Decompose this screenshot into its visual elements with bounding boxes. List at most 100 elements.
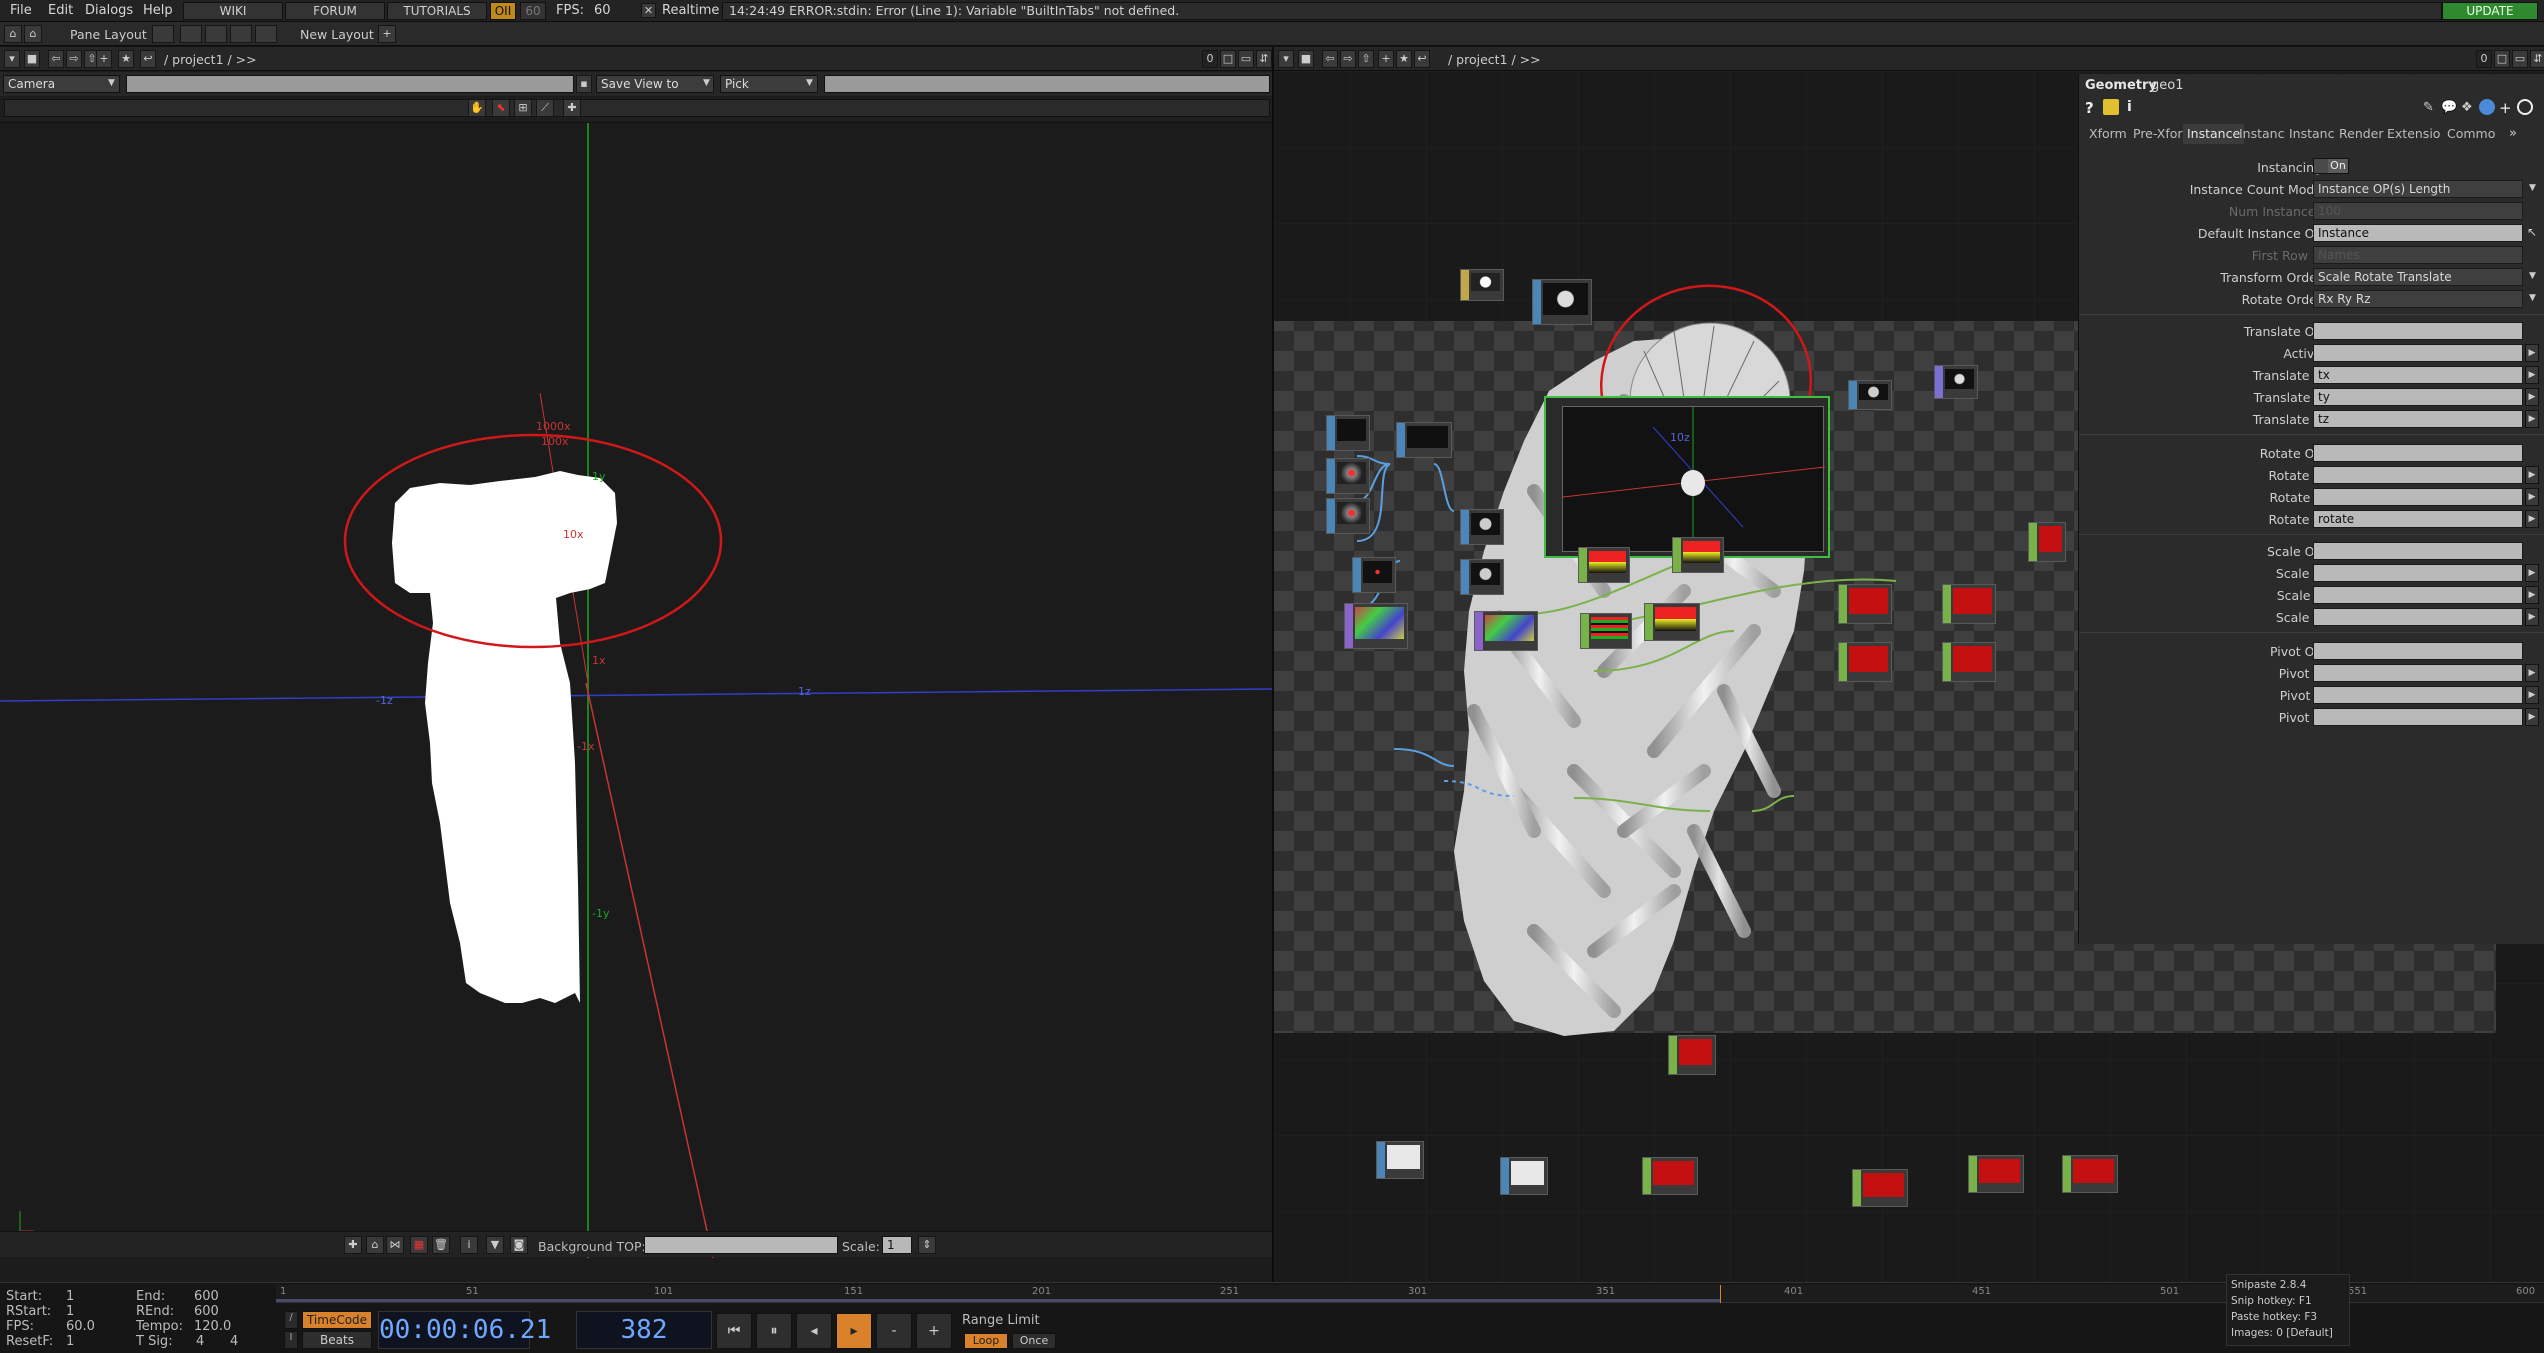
link-icon[interactable]: ↩ xyxy=(140,50,156,68)
info-icon-panel[interactable]: i xyxy=(2127,99,2132,115)
node-sphere-top2[interactable] xyxy=(1460,559,1504,595)
node-pointcloud[interactable] xyxy=(1934,365,1978,399)
tab-extensions[interactable]: Extensio xyxy=(2383,124,2444,144)
menu-edit[interactable]: Edit xyxy=(48,3,73,18)
panel-op-name[interactable]: geo1 xyxy=(2151,78,2183,93)
grab-tool-icon[interactable]: ✋ xyxy=(468,99,486,117)
right-pane-path[interactable]: / project1 / >> xyxy=(1448,52,1541,67)
tab-common[interactable]: Commo xyxy=(2443,124,2499,144)
camera-select[interactable]: Camera xyxy=(3,75,120,93)
back-arrow-icon[interactable]: ⇦ xyxy=(48,50,64,68)
python-help-icon[interactable] xyxy=(2103,99,2119,115)
rotate-y-expand-icon[interactable]: ▶ xyxy=(2525,488,2539,506)
background-top-field[interactable] xyxy=(644,1236,838,1254)
frame-display[interactable]: 382 xyxy=(576,1311,712,1349)
translate-x-expand-icon[interactable]: ▶ xyxy=(2525,366,2539,384)
node-noise-top2[interactable] xyxy=(1474,611,1538,651)
node-point-top[interactable] xyxy=(1352,557,1396,593)
move-tool-icon[interactable]: ✚ xyxy=(563,99,581,117)
node-noise-top1[interactable] xyxy=(1344,603,1408,649)
node-chain-chop4[interactable] xyxy=(2062,1155,2118,1193)
add-node-icon-right[interactable]: + xyxy=(1378,50,1394,68)
add-geo-icon[interactable]: ✚ xyxy=(344,1236,362,1254)
timecode-mode-marker[interactable]: / xyxy=(284,1311,298,1329)
add-param-icon[interactable]: + xyxy=(2499,99,2512,117)
node-chain-chop3[interactable] xyxy=(1968,1155,2024,1193)
color-swatch-icon[interactable]: ▪ xyxy=(576,75,592,93)
tsig-value-2[interactable]: 4 xyxy=(230,1334,238,1349)
node-merge[interactable] xyxy=(1396,422,1452,458)
pivot-x-expand-icon[interactable]: ▶ xyxy=(2525,664,2539,682)
node-chop-circle1[interactable] xyxy=(1326,458,1370,494)
performance-badge[interactable]: OII xyxy=(490,2,516,20)
pane-index[interactable]: 0 xyxy=(1202,50,1218,68)
measure-tool-icon[interactable]: ⟋ xyxy=(536,99,554,117)
rotate-order-select[interactable]: Rx Ry Rz xyxy=(2313,290,2523,308)
pivot-z-expand-icon[interactable]: ▶ xyxy=(2525,708,2539,726)
node-chop-math4[interactable] xyxy=(1942,642,1996,682)
rotate-z-field[interactable]: rotate xyxy=(2313,510,2523,528)
default-op-browse-icon[interactable]: ↖ xyxy=(2527,225,2537,239)
play-forward-icon[interactable]: ▸ xyxy=(836,1313,872,1349)
pause-icon[interactable]: ⏸ xyxy=(756,1313,792,1349)
tab-pre-xform[interactable]: Pre-Xfor xyxy=(2129,124,2187,144)
tab-xform[interactable]: Xform xyxy=(2085,124,2131,144)
translate-z-field[interactable]: tz xyxy=(2313,410,2523,428)
pivot-y-expand-icon[interactable]: ▶ xyxy=(2525,686,2539,704)
pivot-x-field[interactable] xyxy=(2313,664,2523,682)
node-chop-circle2[interactable] xyxy=(1326,498,1370,534)
once-button[interactable]: Once xyxy=(1012,1333,1056,1349)
pane-stop-icon-right[interactable]: ■ xyxy=(1298,50,1314,68)
timeline-ruler[interactable]: 1 51 101 151 201 251 301 351 401 451 501… xyxy=(276,1285,2544,1303)
translate-z-expand-icon[interactable]: ▶ xyxy=(2525,410,2539,428)
speed-increase-icon[interactable]: + xyxy=(916,1313,952,1349)
viewer-search-field[interactable] xyxy=(126,75,574,93)
scale-x-field[interactable] xyxy=(2313,564,2523,582)
scale-field[interactable]: 1 xyxy=(882,1236,912,1254)
node-chop-math2[interactable] xyxy=(1942,584,1996,624)
scale-y-expand-icon[interactable]: ▶ xyxy=(2525,586,2539,604)
add-node-icon[interactable]: + xyxy=(96,50,112,68)
tabs-overflow-icon[interactable]: » xyxy=(2509,126,2517,141)
node-chop-out[interactable] xyxy=(2028,522,2066,562)
add-layout-icon[interactable]: + xyxy=(378,25,396,43)
back-arrow-icon-right[interactable]: ⇦ xyxy=(1322,50,1338,68)
globe-icon[interactable] xyxy=(2479,99,2495,115)
tempo-value[interactable]: 120.0 xyxy=(194,1319,231,1334)
node-chop-trail1[interactable] xyxy=(1578,547,1630,583)
link-icon-right[interactable]: ↩ xyxy=(1414,50,1430,68)
forward-arrow-icon[interactable]: ⇨ xyxy=(66,50,82,68)
display-options-icon[interactable]: ▼ xyxy=(486,1236,504,1254)
translate-y-field[interactable]: ty xyxy=(2313,388,2523,406)
help-question-icon[interactable]: ? xyxy=(2085,99,2094,117)
timeline-playhead[interactable] xyxy=(1720,1285,1721,1303)
rstart-value[interactable]: 1 xyxy=(66,1304,74,1319)
scale-z-expand-icon[interactable]: ▶ xyxy=(2525,608,2539,626)
layout-split-v-icon[interactable] xyxy=(205,25,227,43)
layout-split-h-icon[interactable] xyxy=(180,25,202,43)
error-status-bar[interactable]: 14:24:49 ERROR:stdin: Error (Line 1): Va… xyxy=(722,2,2442,20)
pivot-op-field[interactable] xyxy=(2313,642,2523,660)
forward-arrow-icon-right[interactable]: ⇨ xyxy=(1340,50,1356,68)
pivot-y-field[interactable] xyxy=(2313,686,2523,704)
resetf-value[interactable]: 1 xyxy=(66,1334,74,1349)
beats-mode-marker[interactable]: I xyxy=(284,1331,298,1349)
rewind-to-start-icon[interactable]: ⏮ xyxy=(716,1313,752,1349)
script-icon[interactable]: ❖ xyxy=(2461,100,2473,115)
rend-value[interactable]: 600 xyxy=(194,1304,219,1319)
scale-z-field[interactable] xyxy=(2313,608,2523,626)
pane-stop-icon[interactable]: ■ xyxy=(24,50,40,68)
menu-help[interactable]: Help xyxy=(143,3,173,18)
camera-dolly-icon[interactable]: ⊞ xyxy=(514,99,532,117)
tutorials-button[interactable]: TUTORIALS xyxy=(387,2,487,20)
pick-select[interactable]: Pick xyxy=(720,75,818,93)
target-icon[interactable] xyxy=(2517,99,2533,115)
pane-split-icon-right[interactable]: ▭ xyxy=(2512,50,2528,68)
first-row-select[interactable]: Names xyxy=(2313,246,2523,264)
node-chop-trail2[interactable] xyxy=(1672,537,1724,573)
scale-op-field[interactable] xyxy=(2313,542,2523,560)
realtime-checkbox[interactable]: ✕ xyxy=(641,3,656,18)
instancing-toggle[interactable]: On xyxy=(2313,158,2349,174)
node-sphere-top1[interactable] xyxy=(1460,509,1504,545)
count-mode-select[interactable]: Instance OP(s) Length xyxy=(2313,180,2523,198)
